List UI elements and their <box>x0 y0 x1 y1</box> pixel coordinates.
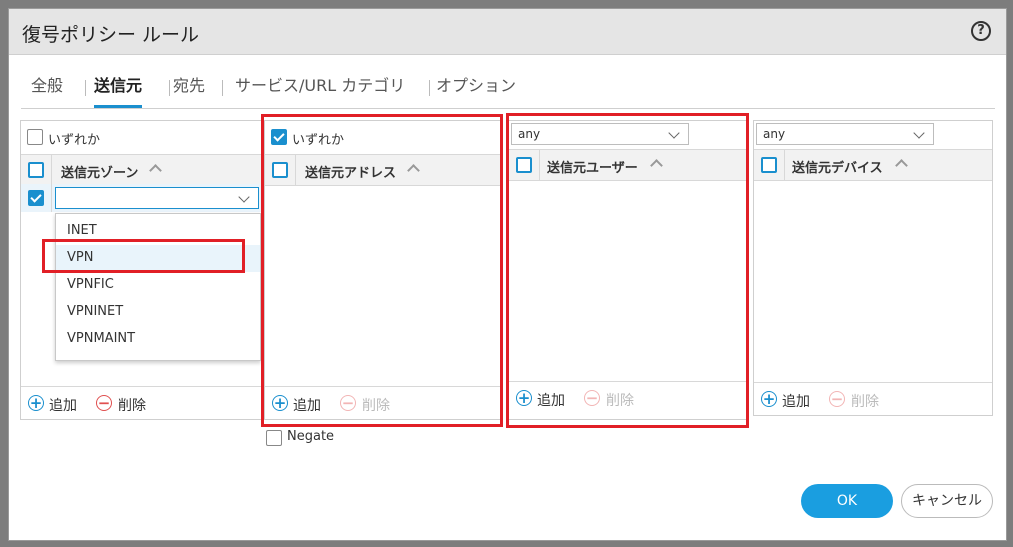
sort-ascending-icon[interactable] <box>895 159 908 172</box>
add-icon[interactable]: + <box>28 395 44 411</box>
zone-dropdown-list: INET VPN VPNFIC VPNINET VPNMAINT <box>55 213 261 361</box>
cancel-button[interactable]: キャンセル <box>901 484 993 518</box>
chevron-down-icon[interactable] <box>913 127 925 139</box>
negate-label: Negate <box>287 429 335 444</box>
dialog-title: 復号ポリシー ルール <box>22 24 200 46</box>
zone-any-checkbox[interactable] <box>27 129 43 145</box>
option-label: VPNINET <box>67 304 124 319</box>
delete-icon: − <box>829 390 845 408</box>
highlight-box-user <box>506 113 749 428</box>
zone-column-header: 送信元ゾーン <box>21 154 262 186</box>
dropdown-option-vpninet[interactable]: VPNINET <box>56 299 260 326</box>
delete-icon[interactable]: − <box>96 395 112 411</box>
device-column-label[interactable]: 送信元デバイス <box>792 157 883 176</box>
tab-destination[interactable]: 宛先 <box>173 72 205 108</box>
tab-source[interactable]: 送信元 <box>94 72 143 108</box>
negate-checkbox[interactable] <box>266 430 282 446</box>
device-select-value: any <box>763 127 786 141</box>
tab-options[interactable]: オプション <box>436 72 516 108</box>
sort-ascending-icon[interactable] <box>149 164 162 177</box>
source-device-panel: any 送信元デバイス + 追加 − 削除 <box>753 120 993 416</box>
highlight-box-address <box>261 114 503 427</box>
dropdown-option-vpnfic[interactable]: VPNFIC <box>56 272 260 299</box>
option-label: INET <box>67 223 97 238</box>
ok-button[interactable]: OK <box>801 484 893 518</box>
tab-separator <box>429 80 430 96</box>
title-bar: 復号ポリシー ルール ? <box>9 9 1006 55</box>
device-footer: + 追加 − 削除 <box>754 382 992 415</box>
option-label: VPNFIC <box>67 277 114 292</box>
device-add-button[interactable]: 追加 <box>782 391 810 411</box>
add-icon[interactable]: + <box>761 391 777 407</box>
option-label: VPNMAINT <box>67 331 136 346</box>
column-divider <box>51 184 52 212</box>
tab-general[interactable]: 全般 <box>31 72 63 108</box>
tab-separator <box>222 80 223 96</box>
zone-footer: + 追加 − 削除 <box>21 386 262 419</box>
zone-row-checkbox[interactable] <box>28 190 44 206</box>
chevron-down-icon[interactable] <box>238 191 250 203</box>
device-delete-button: 削除 <box>851 394 879 410</box>
tab-separator <box>85 80 86 96</box>
zone-combo-input[interactable] <box>55 187 259 209</box>
tab-service-url-category[interactable]: サービス/URL カテゴリ <box>235 72 405 108</box>
zone-edit-row <box>21 184 262 212</box>
device-select-all-checkbox[interactable] <box>761 157 777 173</box>
zone-any-label: いずれか <box>48 133 101 148</box>
zone-add-button[interactable]: 追加 <box>49 395 77 415</box>
zone-column-label[interactable]: 送信元ゾーン <box>61 162 138 181</box>
tab-separator <box>169 80 170 96</box>
column-divider <box>784 150 785 180</box>
decryption-policy-rule-dialog: 復号ポリシー ルール ? 全般 送信元 宛先 サービス/URL カテゴリ オプシ… <box>8 8 1007 541</box>
highlight-box-vpn <box>42 239 245 273</box>
column-divider <box>51 155 52 185</box>
device-column-header: 送信元デバイス <box>754 149 992 181</box>
help-icon[interactable]: ? <box>971 21 991 41</box>
zone-delete-button[interactable]: 削除 <box>118 395 146 415</box>
dropdown-option-vpnmaint[interactable]: VPNMAINT <box>56 326 260 353</box>
device-type-select[interactable]: any <box>756 123 934 145</box>
tab-underline <box>21 108 995 109</box>
zone-select-all-checkbox[interactable] <box>28 162 44 178</box>
